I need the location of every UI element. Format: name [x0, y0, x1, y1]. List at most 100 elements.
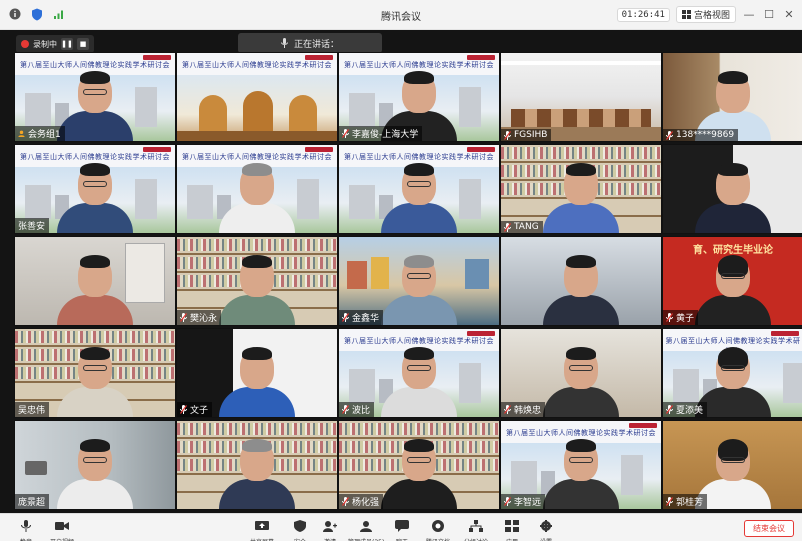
participant-tile[interactable]	[176, 420, 338, 510]
participant-tile[interactable]: 庞景超	[14, 420, 176, 510]
mic-muted-icon	[504, 130, 511, 140]
participant-tile[interactable]: 第八届至山大师人间佛教理论实践学术研讨会	[176, 52, 338, 142]
participant-tile[interactable]: 第八届至山大师人间佛教理论实践学术研讨会 李嘉俊-上海大学	[338, 52, 500, 142]
recording-indicator[interactable]: 录制中 ❚❚ ■	[16, 35, 94, 53]
participant-name-tag: 会务组1	[15, 126, 65, 141]
participant-name-tag: 韩焕忠	[501, 402, 546, 417]
recording-label: 录制中	[33, 39, 57, 49]
end-meeting-button[interactable]: 结束会议	[744, 520, 794, 537]
mic-muted-icon	[180, 405, 187, 414]
pause-recording-icon[interactable]: ❚❚	[61, 38, 73, 50]
participant-tile[interactable]: FGSIHB	[500, 52, 662, 142]
record-dot-icon	[21, 40, 29, 48]
toolbar-label: 邀请	[312, 537, 348, 541]
toolbar-share-screen-button[interactable]: 共享屏幕	[244, 517, 280, 541]
participant-tile[interactable]: 金鑫华	[338, 236, 500, 326]
shield-icon	[294, 520, 306, 532]
close-icon[interactable]: ✕	[782, 8, 796, 21]
minimize-icon[interactable]: —	[742, 8, 756, 21]
toolbar-members-button[interactable]: 管理成员(35)	[348, 517, 384, 541]
toolbar-gear-button[interactable]: 设置	[528, 517, 564, 541]
participant-name: 李智远	[514, 498, 542, 508]
participant-name-tag: 夏添美	[663, 402, 708, 417]
participant-tile[interactable]: 樊沁永	[176, 236, 338, 326]
participant-tile[interactable]	[14, 236, 176, 326]
participant-video	[219, 439, 295, 509]
mic-muted-icon	[666, 130, 673, 140]
mic-muted-icon	[342, 129, 349, 138]
microphone-icon	[21, 520, 31, 532]
toolbar-label: 应用	[494, 537, 530, 541]
participant-video	[381, 439, 457, 509]
participant-name: 138****9869	[676, 130, 735, 140]
participant-tile[interactable]: 吴忠伟	[14, 328, 176, 418]
toolbar-apps-button[interactable]: 应用	[494, 517, 530, 541]
participant-tile[interactable]: 郭桂芳	[662, 420, 802, 510]
mic-muted-icon	[504, 405, 511, 414]
participant-name-tag: 金鑫华	[339, 310, 384, 325]
toolbar-breakout-button[interactable]: 分组讨论	[458, 517, 494, 541]
toolbar-invite-button[interactable]: 邀请	[312, 517, 348, 541]
participant-tile[interactable]: 第八届至山大师人间佛教理论实践学术研讨会 张善安	[14, 144, 176, 234]
breakout-icon	[469, 520, 483, 532]
mic-muted-icon	[666, 313, 673, 322]
participant-tile[interactable]: 第八届至山大师人间佛教理论实践学术研讨会 会务组1	[14, 52, 176, 142]
participant-tile[interactable]	[500, 236, 662, 326]
microphone-icon	[280, 38, 288, 48]
mic-muted-icon	[342, 313, 349, 322]
participant-tile[interactable]: 138****9869	[662, 52, 802, 142]
participant-tile[interactable]: 杨化强	[338, 420, 500, 510]
video-grid: 第八届至山大师人间佛教理论实践学术研讨会 会务组1 第八届至山大师人间佛教理论实…	[14, 52, 802, 513]
participant-name: 吴忠伟	[18, 406, 46, 416]
participant-name: 会务组1	[28, 130, 61, 140]
participant-name-tag: 张善安	[15, 218, 50, 233]
toolbar-chat-button[interactable]: 聊天	[384, 517, 420, 541]
title-bar: 腾讯会议 01:26:41 宫格视图 — ☐ ✕	[0, 0, 802, 30]
toolbar-label: 开启视频	[44, 537, 80, 541]
meeting-window: 腾讯会议 01:26:41 宫格视图 — ☐ ✕ 录制中 ❚❚ ■ 正在讲话： …	[0, 0, 802, 541]
participant-tile[interactable]: 韩焕忠	[500, 328, 662, 418]
mic-muted-icon	[504, 222, 511, 232]
participant-tile[interactable]: 第八届至山大师人间佛教理论实践学术研讨会	[176, 144, 338, 234]
participant-name-tag: TANG	[501, 221, 543, 233]
participant-tile[interactable]: 第八届至山大师人间佛教理论实践学术研讨会 夏添美	[662, 328, 802, 418]
participant-name: 樊沁永	[190, 314, 218, 324]
participant-tile[interactable]: TANG	[500, 144, 662, 234]
participant-name: 李嘉俊-上海大学	[352, 130, 419, 140]
meeting-toolbar: 结束会议 静音 开启视频 共享屏幕 安全 邀请 管理成员(35) 聊天 腾讯文档…	[0, 513, 802, 541]
speaking-label: 正在讲话：	[293, 39, 339, 50]
participant-video	[219, 255, 295, 325]
toolbar-microphone-button[interactable]: 静音	[8, 517, 44, 541]
toolbar-label: 共享屏幕	[244, 537, 280, 541]
toolbar-document-button[interactable]: 腾讯文档	[420, 517, 456, 541]
participant-tile[interactable]: 育、研究生毕业论 黄子	[662, 236, 802, 326]
participant-video	[57, 71, 133, 141]
participant-video	[695, 163, 771, 233]
participant-tile[interactable]: 第八届至山大师人间佛教理论实践学术研讨会 波比	[338, 328, 500, 418]
participant-name-tag: 138****9869	[663, 129, 739, 141]
toolbar-video-camera-button[interactable]: 开启视频	[44, 517, 80, 541]
view-toggle-button[interactable]: 宫格视图	[675, 6, 736, 23]
participant-tile[interactable]	[662, 144, 802, 234]
invite-icon	[323, 521, 337, 532]
maximize-icon[interactable]: ☐	[762, 8, 776, 21]
participant-video	[543, 439, 619, 509]
participant-name: 郭桂芳	[676, 498, 704, 508]
participant-name: 金鑫华	[352, 314, 380, 324]
participant-tile[interactable]: 第八届至山大师人间佛教理论实践学术研讨会	[338, 144, 500, 234]
title-bar-right: 01:26:41 宫格视图 — ☐ ✕	[616, 6, 796, 23]
participant-video	[381, 163, 457, 233]
participant-tile[interactable]: 第八届至山大师人间佛教理论实践学术研讨会 李智远	[500, 420, 662, 510]
speaking-indicator: 正在讲话：	[238, 33, 382, 53]
participant-name: 夏添美	[676, 406, 704, 416]
participant-name-tag: 杨化强	[339, 494, 384, 509]
mic-muted-icon	[180, 313, 187, 322]
participant-name-tag: 吴忠伟	[15, 402, 50, 417]
participant-tile[interactable]: 文子	[176, 328, 338, 418]
participant-name-tag: 庞景超	[15, 494, 50, 509]
grid-view-icon	[681, 10, 691, 19]
toolbar-label: 腾讯文档	[420, 537, 456, 541]
stop-recording-icon[interactable]: ■	[77, 38, 89, 50]
participant-name-tag: 李智远	[501, 494, 546, 509]
gear-icon	[540, 520, 552, 532]
